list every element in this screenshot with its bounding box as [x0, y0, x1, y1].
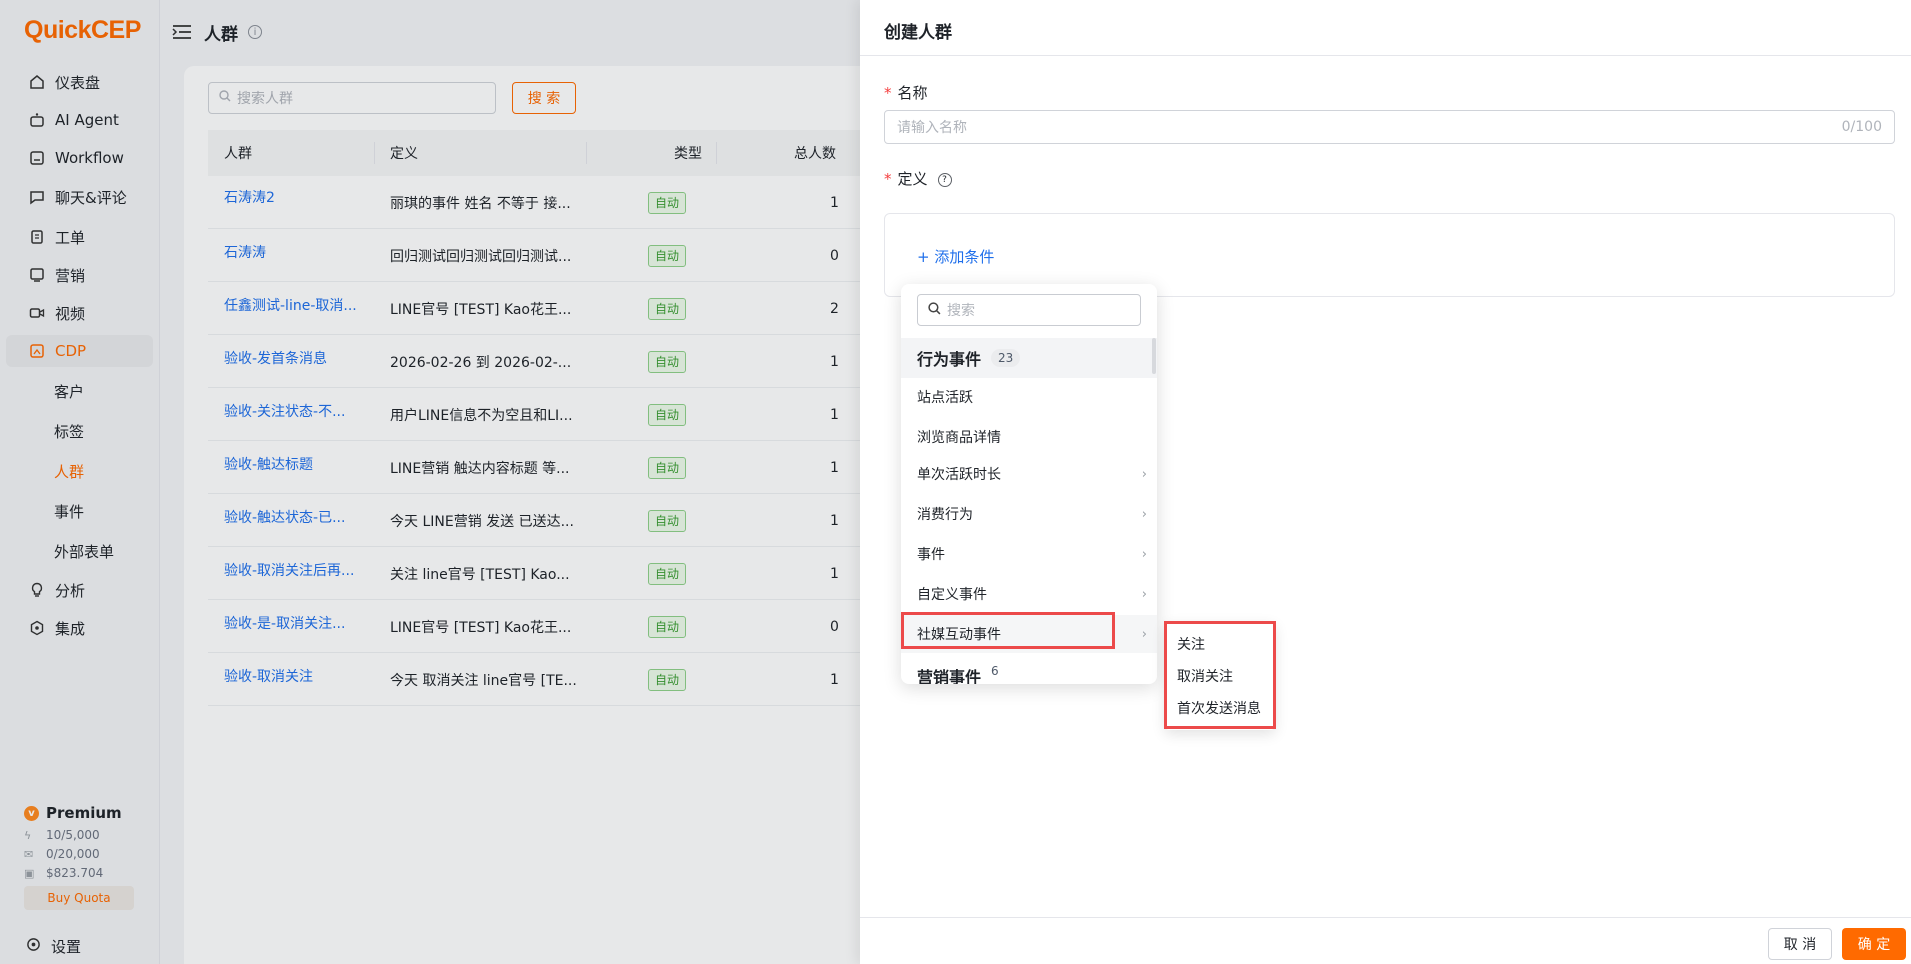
- event-option-view-product[interactable]: 浏览商品详情: [901, 418, 1157, 456]
- search-icon: [928, 301, 941, 319]
- char-counter: 0/100: [1841, 119, 1882, 135]
- chevron-right-icon: ›: [1141, 506, 1147, 522]
- event-option-custom-event[interactable]: 自定义事件 ›: [901, 575, 1157, 613]
- event-option-site-active[interactable]: 站点活跃: [901, 378, 1157, 416]
- definition-field-label: * 定义?: [884, 168, 952, 189]
- name-field-label: * 名称: [884, 84, 928, 102]
- event-search-input[interactable]: 搜索: [917, 294, 1141, 326]
- chevron-right-icon: ›: [1141, 466, 1147, 482]
- confirm-button[interactable]: 确 定: [1842, 928, 1906, 960]
- add-condition-button[interactable]: + 添加条件: [917, 246, 994, 267]
- event-option-event[interactable]: 事件 ›: [901, 535, 1157, 573]
- help-icon[interactable]: ?: [937, 172, 952, 187]
- required-mark: *: [884, 170, 892, 188]
- segment-name-input[interactable]: 请输入名称 0/100: [884, 110, 1895, 144]
- group-count: 23: [991, 349, 1021, 367]
- modal-overlay[interactable]: [0, 0, 860, 964]
- event-option-purchase[interactable]: 消费行为 ›: [901, 495, 1157, 533]
- divider: [860, 917, 1911, 918]
- divider: [860, 55, 1911, 56]
- required-mark: *: [884, 84, 892, 102]
- highlight-box: [1164, 621, 1276, 729]
- chevron-right-icon: ›: [1141, 546, 1147, 562]
- scrollbar[interactable]: [1152, 338, 1156, 374]
- highlight-box: [901, 612, 1115, 649]
- chevron-right-icon: ›: [1141, 626, 1147, 642]
- event-option-session-duration[interactable]: 单次活跃时长 ›: [901, 455, 1157, 493]
- group-count: 6: [991, 664, 999, 678]
- group-marketing-events: 营销事件 6: [917, 664, 999, 684]
- cancel-button[interactable]: 取 消: [1768, 928, 1832, 960]
- drawer-title: 创建人群: [884, 23, 952, 43]
- group-behavior-events: 行为事件 23: [901, 338, 1157, 378]
- chevron-right-icon: ›: [1141, 586, 1147, 602]
